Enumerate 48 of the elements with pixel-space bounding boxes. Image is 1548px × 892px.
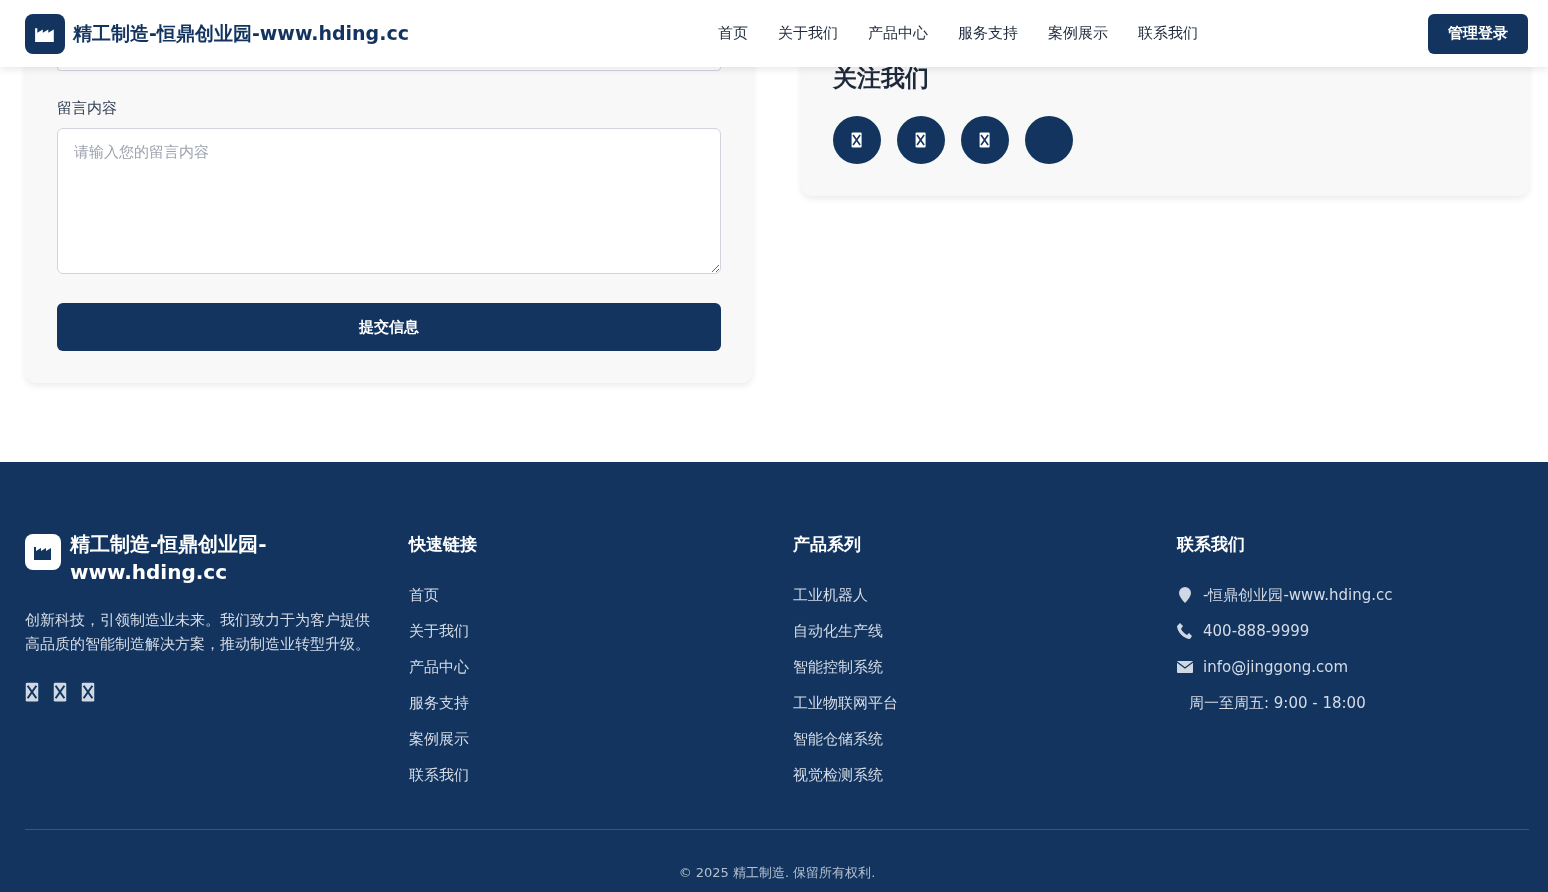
footer-link[interactable]: 案例展示 — [409, 728, 761, 750]
message-field[interactable]: 请输入您的留言内容 — [57, 128, 721, 274]
factory-icon — [33, 544, 53, 560]
footer-link[interactable]: 服务支持 — [409, 692, 761, 714]
footer-link[interactable]: 关于我们 — [409, 620, 761, 642]
nav-link[interactable]: 首页 — [718, 24, 748, 43]
social-button[interactable] — [897, 116, 945, 164]
column-title: 快速链接 — [409, 533, 478, 556]
nav-link[interactable]: 产品中心 — [868, 24, 928, 43]
footer-title: 精工制造-恒鼎创业园-www.hding.cc — [70, 531, 268, 586]
social-button[interactable] — [833, 116, 881, 164]
nav-link[interactable]: 联系我们 — [1138, 24, 1198, 43]
footer-link[interactable]: 工业物联网平台 — [793, 692, 1145, 714]
column-title: 联系我们 — [1177, 533, 1246, 556]
social-button[interactable] — [1025, 116, 1073, 164]
nav-link[interactable]: 服务支持 — [958, 24, 1018, 43]
footer-link[interactable]: 自动化生产线 — [793, 620, 1145, 642]
contact-text: info@jinggong.com — [1203, 658, 1349, 676]
footer-link[interactable]: 产品中心 — [409, 656, 761, 678]
footer-link[interactable]: 智能仓储系统 — [793, 728, 1145, 750]
nav-link[interactable]: 案例展示 — [1048, 24, 1108, 43]
footer-link[interactable]: 首页 — [409, 584, 761, 606]
submit-button[interactable]: 提交信息 — [57, 303, 721, 351]
contact-text: -恒鼎创业园-www.hding.cc — [1203, 585, 1393, 605]
missing-glyph-icon — [979, 132, 991, 148]
footer-description: 创新科技，引领制造业未来。我们致力于为客户提供高品质的智能制造解决方案，推动制造业转型升级。 — [25, 610, 371, 655]
phone-icon — [1177, 623, 1193, 639]
copyright-text: © 2025 精工制造. 保留所有权利. — [677, 864, 877, 882]
missing-glyph-icon — [81, 682, 95, 702]
footer-link[interactable]: 联系我们 — [409, 764, 761, 786]
field-label: 留言内容 — [57, 99, 118, 118]
missing-glyph-icon — [25, 682, 39, 702]
footer-link[interactable]: 工业机器人 — [793, 584, 1145, 606]
column-title: 产品系列 — [793, 533, 862, 556]
social-button[interactable] — [961, 116, 1009, 164]
login-button[interactable]: 管理登录 — [1428, 13, 1528, 54]
map-pin-icon — [1177, 587, 1193, 603]
footer-link[interactable]: 智能控制系统 — [793, 656, 1145, 678]
contact-text: 400-888-9999 — [1203, 622, 1310, 640]
footer-link[interactable]: 视觉检测系统 — [793, 764, 1145, 786]
missing-glyph-icon — [851, 132, 863, 148]
section-title: 关注我们 — [833, 63, 930, 94]
missing-glyph-icon — [915, 132, 927, 148]
missing-glyph-icon — [53, 682, 67, 702]
contact-text: 周一至周五: 9:00 - 18:00 — [1189, 693, 1366, 713]
nav-link[interactable]: 关于我们 — [778, 24, 838, 43]
site-title: 精工制造-恒鼎创业园-www.hding.cc — [73, 20, 409, 46]
mail-icon — [1177, 661, 1193, 673]
